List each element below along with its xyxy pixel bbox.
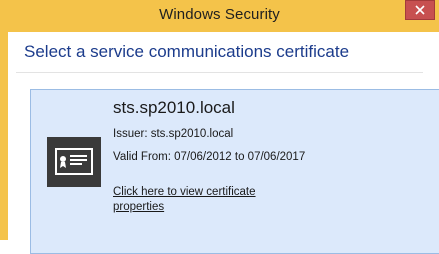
certificate-icon [47,137,101,187]
title-bar[interactable]: Windows Security [0,0,439,32]
certificate-option[interactable]: sts.sp2010.local Issuer: sts.sp2010.loca… [30,89,439,254]
dialog-heading: Select a service communications certific… [24,42,350,61]
dialog-content: Select a service communications certific… [8,32,439,254]
window-title: Windows Security [159,6,280,23]
certificate-validity: Valid From: 07/06/2012 to 07/06/2017 [113,151,306,163]
view-certificate-properties-link[interactable]: Click here to view certificate propertie… [113,185,288,215]
close-button[interactable] [405,0,435,20]
separator [16,72,423,73]
certificate-name: sts.sp2010.local [113,98,235,117]
windows-security-dialog: Windows Security Select a service commun… [0,0,439,254]
close-icon [415,5,425,15]
certificate-issuer: Issuer: sts.sp2010.local [113,128,234,140]
